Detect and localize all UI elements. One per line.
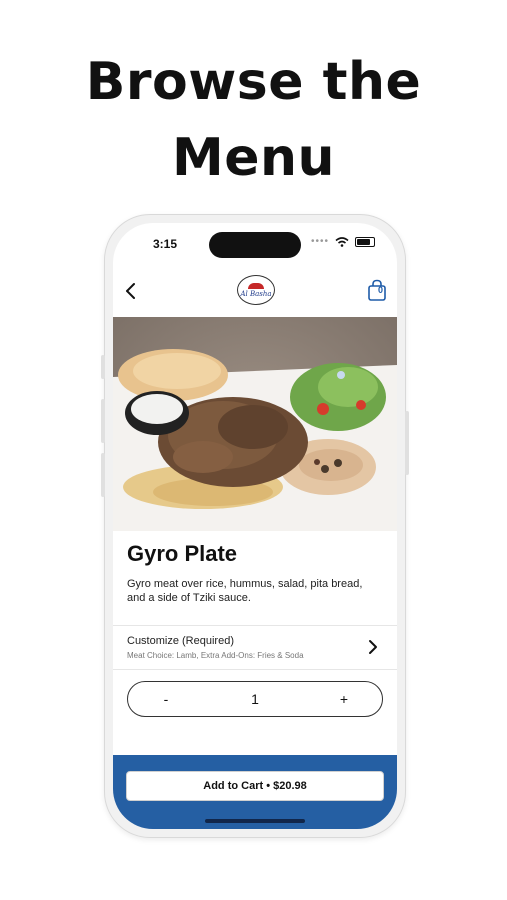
status-time: 3:15 (153, 237, 178, 251)
checkout-bar: Add to Cart • $20.98 (113, 755, 397, 829)
item-title: Gyro Plate (127, 541, 238, 566)
quantity-stepper: - 1 + (127, 681, 383, 717)
divider (113, 669, 397, 670)
status-indicators: •••• (311, 236, 375, 247)
top-nav: Al Basha 0 (113, 267, 397, 311)
logo-text: Al Basha (240, 289, 272, 298)
add-to-cart-button[interactable]: Add to Cart • $20.98 (126, 771, 384, 801)
phone-volume-down-button (101, 453, 105, 497)
phone-volume-up-button (101, 399, 105, 443)
customize-row[interactable]: Customize (Required) Meat Choice: Lamb, … (113, 627, 397, 667)
phone-power-button (405, 411, 409, 475)
cart-count-badge: 0 (377, 285, 383, 295)
headline-line-1: Browse the (85, 52, 422, 112)
item-description: Gyro meat over rice, hummus, salad, pita… (127, 578, 363, 604)
quantity-value: 1 (251, 691, 259, 707)
home-indicator (205, 819, 305, 823)
phone-mute-button (101, 355, 105, 379)
back-chevron-icon[interactable] (121, 281, 141, 301)
increase-quantity-button[interactable]: + (330, 688, 358, 710)
phone-frame: 3:15 •••• Al Basha 0 Gyro Plate Gyro mea… (101, 214, 409, 838)
logo-roof-icon (248, 282, 264, 289)
headline-line-2: Menu (171, 128, 336, 188)
customize-summary: Meat Choice: Lamb, Extra Add-Ons: Fries … (127, 651, 304, 660)
dynamic-island (209, 232, 301, 258)
restaurant-logo: Al Basha (237, 275, 275, 305)
battery-icon (355, 236, 375, 247)
app-screen: 3:15 •••• Al Basha 0 Gyro Plate Gyro mea… (113, 223, 397, 829)
marketing-headline: Browse the Menu (0, 44, 507, 196)
signal-dots-icon: •••• (310, 236, 329, 247)
customize-title: Customize (Required) (127, 635, 234, 647)
decrease-quantity-button[interactable]: - (152, 688, 180, 710)
chevron-right-icon (369, 640, 377, 654)
food-photo (113, 317, 397, 531)
divider (113, 625, 397, 626)
wifi-icon (335, 236, 349, 247)
